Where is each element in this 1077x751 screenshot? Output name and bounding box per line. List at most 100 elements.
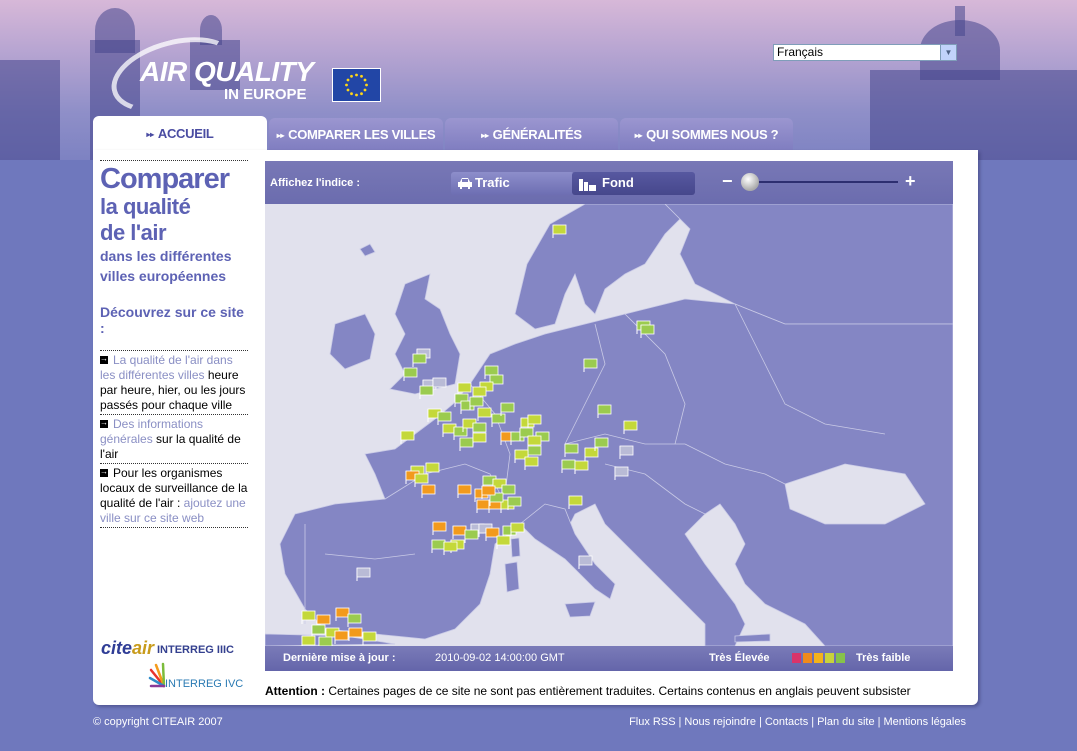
city-marker[interactable] bbox=[301, 635, 316, 646]
sidebar-item-add-city: Pour les organismes locaux de surveillan… bbox=[100, 464, 248, 527]
fond-button[interactable]: Fond bbox=[572, 172, 695, 195]
attention-notice: Attention : Certaines pages de ce site n… bbox=[265, 684, 911, 698]
city-marker-flag[interactable] bbox=[419, 385, 434, 396]
trafic-button[interactable]: Trafic bbox=[451, 172, 574, 195]
air-quality-map[interactable]: Affichez l'indice : Trafic Fond − + Dern… bbox=[265, 161, 953, 671]
city-marker-flag[interactable] bbox=[568, 495, 583, 506]
sidebar-title-line2: la qualité bbox=[100, 194, 191, 219]
sidebar-title-line3: de l'air bbox=[100, 220, 167, 245]
city-marker-flag[interactable] bbox=[564, 443, 579, 454]
city-marker[interactable] bbox=[318, 636, 333, 646]
interreg-iiic-logo[interactable]: INTERREG IIIC bbox=[157, 644, 234, 656]
legend-swatch-4 bbox=[825, 653, 834, 663]
city-marker-flag[interactable] bbox=[432, 377, 447, 388]
city-marker-flag[interactable] bbox=[437, 411, 452, 422]
city-marker-flag[interactable] bbox=[491, 413, 506, 424]
language-select[interactable]: Français ▼ bbox=[773, 44, 957, 61]
city-marker-flag[interactable] bbox=[469, 396, 484, 407]
city-marker-flag[interactable] bbox=[457, 484, 472, 495]
zoom-in-button[interactable]: + bbox=[905, 172, 916, 190]
city-marker-flag[interactable] bbox=[414, 473, 429, 484]
city-marker-flag[interactable] bbox=[431, 539, 446, 550]
city-marker-flag[interactable] bbox=[403, 367, 418, 378]
city-marker-flag[interactable] bbox=[301, 635, 316, 646]
city-marker-flag[interactable] bbox=[484, 365, 499, 376]
city-marker-flag[interactable] bbox=[412, 353, 427, 364]
city-marker-flag[interactable] bbox=[400, 430, 415, 441]
city-marker-flag[interactable] bbox=[477, 407, 492, 418]
arrow-bullet-icon bbox=[100, 415, 108, 430]
city-marker-flag[interactable] bbox=[457, 382, 472, 393]
city-marker-flag[interactable] bbox=[472, 422, 487, 433]
footer-link-rss[interactable]: Flux RSS bbox=[629, 716, 675, 728]
chevron-down-icon[interactable]: ▼ bbox=[940, 45, 956, 60]
zoom-slider-handle[interactable] bbox=[741, 173, 759, 191]
city-marker-flag[interactable] bbox=[425, 462, 440, 473]
tab-label: COMPARER LES VILLES bbox=[288, 127, 436, 142]
city-marker-flag[interactable] bbox=[510, 522, 525, 533]
tab-comparer-les-villes[interactable]: ▸▸ COMPARER LES VILLES bbox=[269, 118, 443, 151]
city-marker-flag[interactable] bbox=[421, 484, 436, 495]
interreg-ivc-logo[interactable]: INTERREG IVC bbox=[165, 678, 243, 690]
europe-map[interactable] bbox=[265, 204, 953, 646]
citeair-logo[interactable]: citeair bbox=[101, 638, 154, 659]
city-marker-flag[interactable] bbox=[316, 614, 331, 625]
city-marker-flag[interactable] bbox=[356, 567, 371, 578]
index-label: Affichez l'indice : bbox=[270, 177, 361, 189]
city-marker-flag[interactable] bbox=[578, 555, 593, 566]
city-marker-flag[interactable] bbox=[614, 466, 629, 477]
city-marker-flag[interactable] bbox=[527, 414, 542, 425]
city-marker-flag[interactable] bbox=[464, 529, 479, 540]
tab-generalites[interactable]: ▸▸ GÉNÉRALITÉS bbox=[445, 118, 618, 151]
city-marker-flag[interactable] bbox=[481, 485, 496, 496]
map-toolbar: Affichez l'indice : Trafic Fond − + bbox=[265, 161, 953, 204]
footer-link-legal[interactable]: Mentions légales bbox=[883, 716, 966, 728]
city-marker-flag[interactable] bbox=[301, 610, 316, 621]
city-marker-flag[interactable] bbox=[476, 499, 491, 510]
city-marker-flag[interactable] bbox=[623, 420, 638, 431]
city-marker-flag[interactable] bbox=[561, 459, 576, 470]
legend-swatch-2 bbox=[803, 653, 812, 663]
city-marker-flag[interactable] bbox=[452, 525, 467, 536]
footer-link-sitemap[interactable]: Plan du site bbox=[817, 716, 874, 728]
city-marker-flag[interactable] bbox=[432, 521, 447, 532]
city-marker-flag[interactable] bbox=[507, 496, 522, 507]
city-marker-flag[interactable] bbox=[334, 630, 349, 641]
city-marker-flag[interactable] bbox=[362, 631, 377, 642]
logo-title: AIR QUALITY bbox=[140, 56, 314, 87]
city-marker-flag[interactable] bbox=[640, 324, 655, 335]
city-marker-flag[interactable] bbox=[597, 404, 612, 415]
city-marker-flag[interactable] bbox=[583, 358, 598, 369]
zoom-slider-track[interactable] bbox=[743, 181, 898, 183]
zoom-out-button[interactable]: − bbox=[722, 172, 733, 190]
divider bbox=[100, 160, 248, 161]
city-marker-flag[interactable] bbox=[527, 445, 542, 456]
legend-swatch-3 bbox=[814, 653, 823, 663]
trafic-button-label: Trafic bbox=[475, 175, 510, 190]
city-marker-flag[interactable] bbox=[443, 541, 458, 552]
city-marker-flag[interactable] bbox=[472, 432, 487, 443]
city-marker-flag[interactable] bbox=[552, 224, 567, 235]
city-marker-flag[interactable] bbox=[584, 447, 599, 458]
city-marker-flag[interactable] bbox=[318, 636, 333, 646]
city-marker-flag[interactable] bbox=[500, 402, 515, 413]
city-marker-flag[interactable] bbox=[527, 435, 542, 446]
tab-qui-sommes-nous[interactable]: ▸▸ QUI SOMMES NOUS ? bbox=[620, 118, 793, 151]
city-marker-flag[interactable] bbox=[574, 460, 589, 471]
sidebar-subtitle-line1: dans les différentes bbox=[100, 248, 232, 264]
city-marker-flag[interactable] bbox=[501, 484, 516, 495]
city-marker-flag[interactable] bbox=[348, 627, 363, 638]
footer-link-contacts[interactable]: Contacts bbox=[765, 716, 808, 728]
tab-accueil[interactable]: ▸▸ ACCUEIL bbox=[93, 116, 267, 152]
divider bbox=[100, 527, 248, 528]
city-marker-flag[interactable] bbox=[524, 456, 539, 467]
city-marker-flag[interactable] bbox=[496, 535, 511, 546]
city-marker-flag[interactable] bbox=[472, 386, 487, 397]
city-marker-flag[interactable] bbox=[594, 437, 609, 448]
city-marker-flag[interactable] bbox=[335, 607, 350, 618]
city-marker-flag[interactable] bbox=[347, 613, 362, 624]
city-marker-flag[interactable] bbox=[459, 437, 474, 448]
footer-link-join[interactable]: Nous rejoindre bbox=[684, 716, 756, 728]
city-marker-flag[interactable] bbox=[311, 624, 326, 635]
city-marker-flag[interactable] bbox=[619, 445, 634, 456]
